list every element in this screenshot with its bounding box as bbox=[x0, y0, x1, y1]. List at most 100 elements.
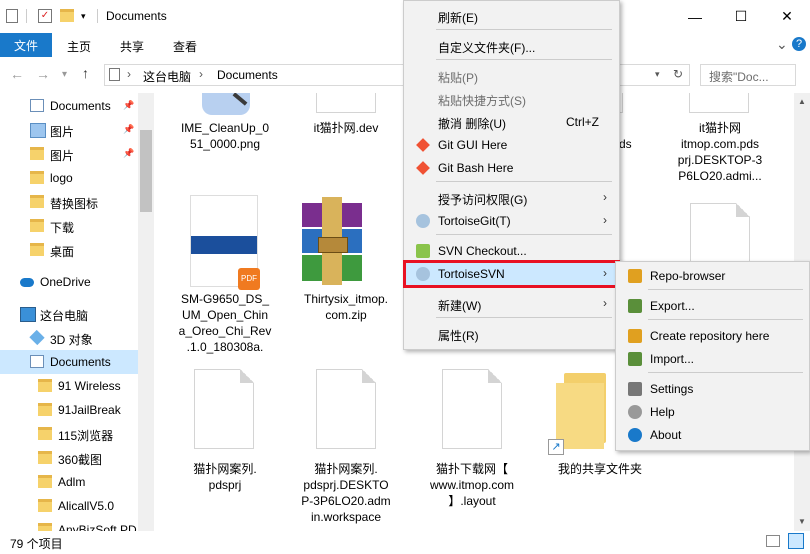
menu-item-label: Import... bbox=[650, 352, 695, 366]
nav-item[interactable]: 115浏览器 bbox=[0, 422, 138, 446]
help-icon[interactable]: ? bbox=[792, 37, 806, 51]
file-label[interactable]: 猫扑下载网【 www.itmop.com 】.layout bbox=[420, 461, 524, 509]
file-label[interactable]: 我的共享文件夹 bbox=[548, 461, 652, 477]
pin-icon: 📌 bbox=[123, 100, 135, 110]
nav-item[interactable]: 替换图标 bbox=[0, 190, 138, 214]
context-menu-item[interactable]: 粘贴(P) bbox=[406, 65, 617, 87]
svn-menu-item[interactable]: Export... bbox=[618, 295, 807, 317]
tab-home[interactable]: 主页 bbox=[67, 38, 91, 55]
context-menu-item[interactable]: 自定义文件夹(F)... bbox=[406, 35, 617, 57]
nav-item[interactable]: 360截图 bbox=[0, 446, 138, 470]
breadcrumb-this-pc[interactable]: 这台电脑 bbox=[143, 68, 191, 85]
recent-locations-icon[interactable]: ▾ bbox=[62, 69, 67, 80]
svn-menu-item[interactable]: Repo-browser bbox=[618, 265, 807, 287]
separator bbox=[26, 9, 27, 23]
context-menu-item[interactable]: TortoiseGit(T) › bbox=[406, 210, 617, 232]
context-menu-item[interactable]: 刷新(E) bbox=[406, 5, 617, 27]
nav-item[interactable]: Adlm bbox=[0, 470, 138, 494]
file-label[interactable]: 猫扑网案列. pdsprj.DESKTO P-3P6LO20.adm in.wo… bbox=[294, 461, 398, 525]
details-view-icon[interactable] bbox=[766, 535, 780, 547]
properties-icon[interactable]: ✓ bbox=[38, 9, 52, 23]
context-menu-item[interactable]: 新建(W) › bbox=[406, 293, 617, 315]
context-menu-item[interactable]: Git GUI Here bbox=[406, 134, 617, 156]
nav-item[interactable]: AnyBizSoft PD bbox=[0, 518, 138, 531]
nav-item[interactable]: logo bbox=[0, 166, 138, 190]
customize-qat-icon[interactable]: ▾ bbox=[81, 11, 86, 22]
nav-scrollbar-thumb[interactable] bbox=[140, 130, 152, 212]
svn-menu-item[interactable]: Settings bbox=[618, 378, 807, 400]
nav-item-label: AnyBizSoft PD bbox=[58, 523, 137, 531]
file-label[interactable]: 猫扑网案列. pdsprj bbox=[173, 461, 277, 493]
tab-share[interactable]: 共享 bbox=[120, 38, 144, 55]
nav-item[interactable]: 图片 📌 bbox=[0, 118, 138, 142]
nav-item[interactable]: 图片 📌 bbox=[0, 142, 138, 166]
blank-file-icon[interactable] bbox=[442, 369, 502, 449]
minimize-button[interactable]: — bbox=[672, 0, 718, 33]
scroll-up-icon[interactable]: ▲ bbox=[798, 97, 806, 106]
large-icons-view-icon[interactable] bbox=[788, 533, 804, 549]
nav-item[interactable]: 桌面 bbox=[0, 238, 138, 262]
file-label[interactable]: it猫扑网.dev bbox=[294, 120, 398, 136]
search-input[interactable]: 搜索"Doc... bbox=[700, 64, 796, 86]
nav-item-label: 替换图标 bbox=[50, 197, 99, 211]
svn-menu-item[interactable]: Create repository here bbox=[618, 325, 807, 347]
svn-menu-item[interactable]: Import... bbox=[618, 348, 807, 370]
context-menu-item[interactable]: Git Bash Here bbox=[406, 157, 617, 179]
navigation-pane: Documents 📌 图片 📌 图片 📌 logo 替换图标 下载 桌面 OneDrive 这台电脑… bbox=[0, 93, 154, 531]
svn-menu-item[interactable]: Help bbox=[618, 401, 807, 423]
context-menu-item[interactable]: 授予访问权限(G) › bbox=[406, 187, 617, 209]
cube-icon bbox=[29, 329, 45, 346]
nav-item[interactable]: 91JailBreak bbox=[0, 398, 138, 422]
blank-file-icon[interactable] bbox=[689, 93, 749, 113]
menu-separator bbox=[436, 181, 612, 182]
menu-item-label: Help bbox=[650, 405, 675, 419]
nav-item[interactable]: Documents bbox=[0, 350, 138, 374]
file-tab[interactable]: 文件 bbox=[0, 33, 52, 57]
create-repo-icon bbox=[628, 329, 642, 343]
file-label[interactable]: IME_CleanUp_0 51_0000.png bbox=[173, 120, 277, 152]
nav-item[interactable]: 这台电脑 bbox=[0, 302, 138, 326]
svn-menu-item[interactable]: About bbox=[618, 424, 807, 446]
chevron-right-icon[interactable]: › bbox=[127, 67, 131, 81]
new-folder-icon[interactable] bbox=[60, 9, 74, 22]
back-arrow-icon[interactable]: ← bbox=[10, 66, 24, 82]
forward-arrow-icon[interactable]: → bbox=[36, 66, 50, 82]
tab-view[interactable]: 查看 bbox=[173, 38, 197, 55]
close-button[interactable]: ✕ bbox=[764, 0, 810, 33]
nav-item-label: 下载 bbox=[50, 221, 75, 235]
item-count: 79 个项目 bbox=[10, 537, 63, 551]
computer-icon bbox=[20, 307, 36, 322]
nav-item[interactable]: 下载 bbox=[0, 214, 138, 238]
nav-item[interactable]: Documents 📌 bbox=[0, 94, 138, 118]
file-thumb-image[interactable] bbox=[202, 93, 252, 115]
chevron-down-icon[interactable]: ▾ bbox=[655, 69, 660, 80]
context-menu-item[interactable]: TortoiseSVN › bbox=[403, 260, 620, 288]
context-menu-item[interactable]: 撤消 删除(U) Ctrl+Z bbox=[406, 111, 617, 133]
separator bbox=[97, 9, 98, 23]
shortcut-folder-icon[interactable]: ↗ bbox=[548, 373, 612, 455]
maximize-button[interactable]: ☐ bbox=[718, 0, 764, 33]
nav-item[interactable]: 91 Wireless bbox=[0, 374, 138, 398]
context-menu-item[interactable]: 属性(R) bbox=[406, 323, 617, 345]
scroll-down-icon[interactable]: ▼ bbox=[798, 517, 806, 526]
file-label[interactable]: Thirtysix_itmop. com.zip bbox=[294, 291, 398, 323]
file-label[interactable]: SM-G9650_DS_ UM_Open_Chin a_Oreo_Chi_Rev… bbox=[173, 291, 277, 355]
refresh-icon[interactable]: ↻ bbox=[673, 67, 683, 81]
expand-ribbon-icon[interactable]: ⌄ bbox=[776, 36, 788, 53]
nav-item[interactable]: 3D 对象 bbox=[0, 326, 138, 350]
blank-file-icon[interactable] bbox=[316, 369, 376, 449]
folder-icon bbox=[38, 523, 52, 531]
file-label[interactable]: it猫扑网 itmop.com.pds prj.DESKTOP-3 P6LO20… bbox=[668, 120, 772, 184]
menu-separator bbox=[436, 287, 612, 288]
chevron-right-icon[interactable]: › bbox=[199, 67, 203, 81]
breadcrumb-documents[interactable]: Documents bbox=[217, 68, 278, 82]
context-menu-item[interactable]: SVN Checkout... bbox=[406, 240, 617, 262]
blank-file-icon[interactable] bbox=[316, 93, 376, 113]
nav-item[interactable]: OneDrive bbox=[0, 270, 138, 294]
winrar-archive-icon[interactable] bbox=[300, 197, 364, 287]
blank-file-icon[interactable] bbox=[194, 369, 254, 449]
nav-item[interactable]: AlicallV5.0 bbox=[0, 494, 138, 518]
up-arrow-icon[interactable]: ↑ bbox=[82, 65, 89, 81]
context-menu-item[interactable]: 粘贴快捷方式(S) bbox=[406, 88, 617, 110]
pdf-file-icon[interactable]: PDF bbox=[190, 195, 260, 290]
